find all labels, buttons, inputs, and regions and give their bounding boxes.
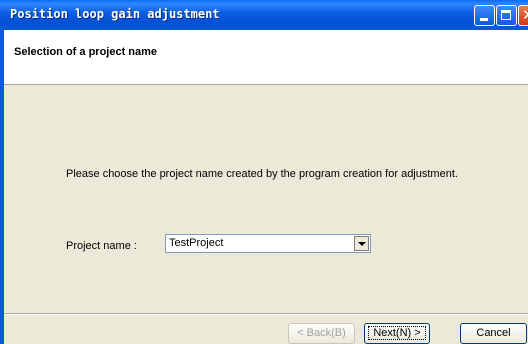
- maximize-icon: [501, 10, 511, 20]
- back-button[interactable]: < Back(B): [288, 323, 355, 344]
- next-button-label: Next(N) >: [368, 326, 426, 340]
- next-button[interactable]: Next(N) >: [364, 323, 430, 344]
- project-name-select[interactable]: TestProject: [165, 234, 371, 253]
- close-icon: ✕: [522, 6, 528, 24]
- project-name-value: TestProject: [169, 237, 224, 249]
- cancel-button[interactable]: Cancel: [460, 323, 527, 344]
- divider: [4, 313, 528, 315]
- wizard-header: Selection of a project name: [4, 30, 528, 85]
- page-title: Selection of a project name: [14, 46, 158, 58]
- window-title: Position loop gain adjustment: [10, 7, 220, 21]
- minimize-button[interactable]: [474, 5, 495, 26]
- project-name-label: Project name :: [66, 240, 137, 252]
- chevron-down-icon[interactable]: [354, 236, 369, 251]
- close-button[interactable]: ✕: [518, 5, 528, 26]
- maximize-button[interactable]: [496, 5, 517, 26]
- instruction-text: Please choose the project name created b…: [66, 168, 458, 180]
- title-bar[interactable]: Position loop gain adjustment ✕: [0, 0, 528, 30]
- dialog-window: Position loop gain adjustment ✕ Selectio…: [0, 0, 528, 344]
- minimize-icon: [480, 18, 488, 21]
- dialog-body: Selection of a project name Please choos…: [4, 30, 528, 344]
